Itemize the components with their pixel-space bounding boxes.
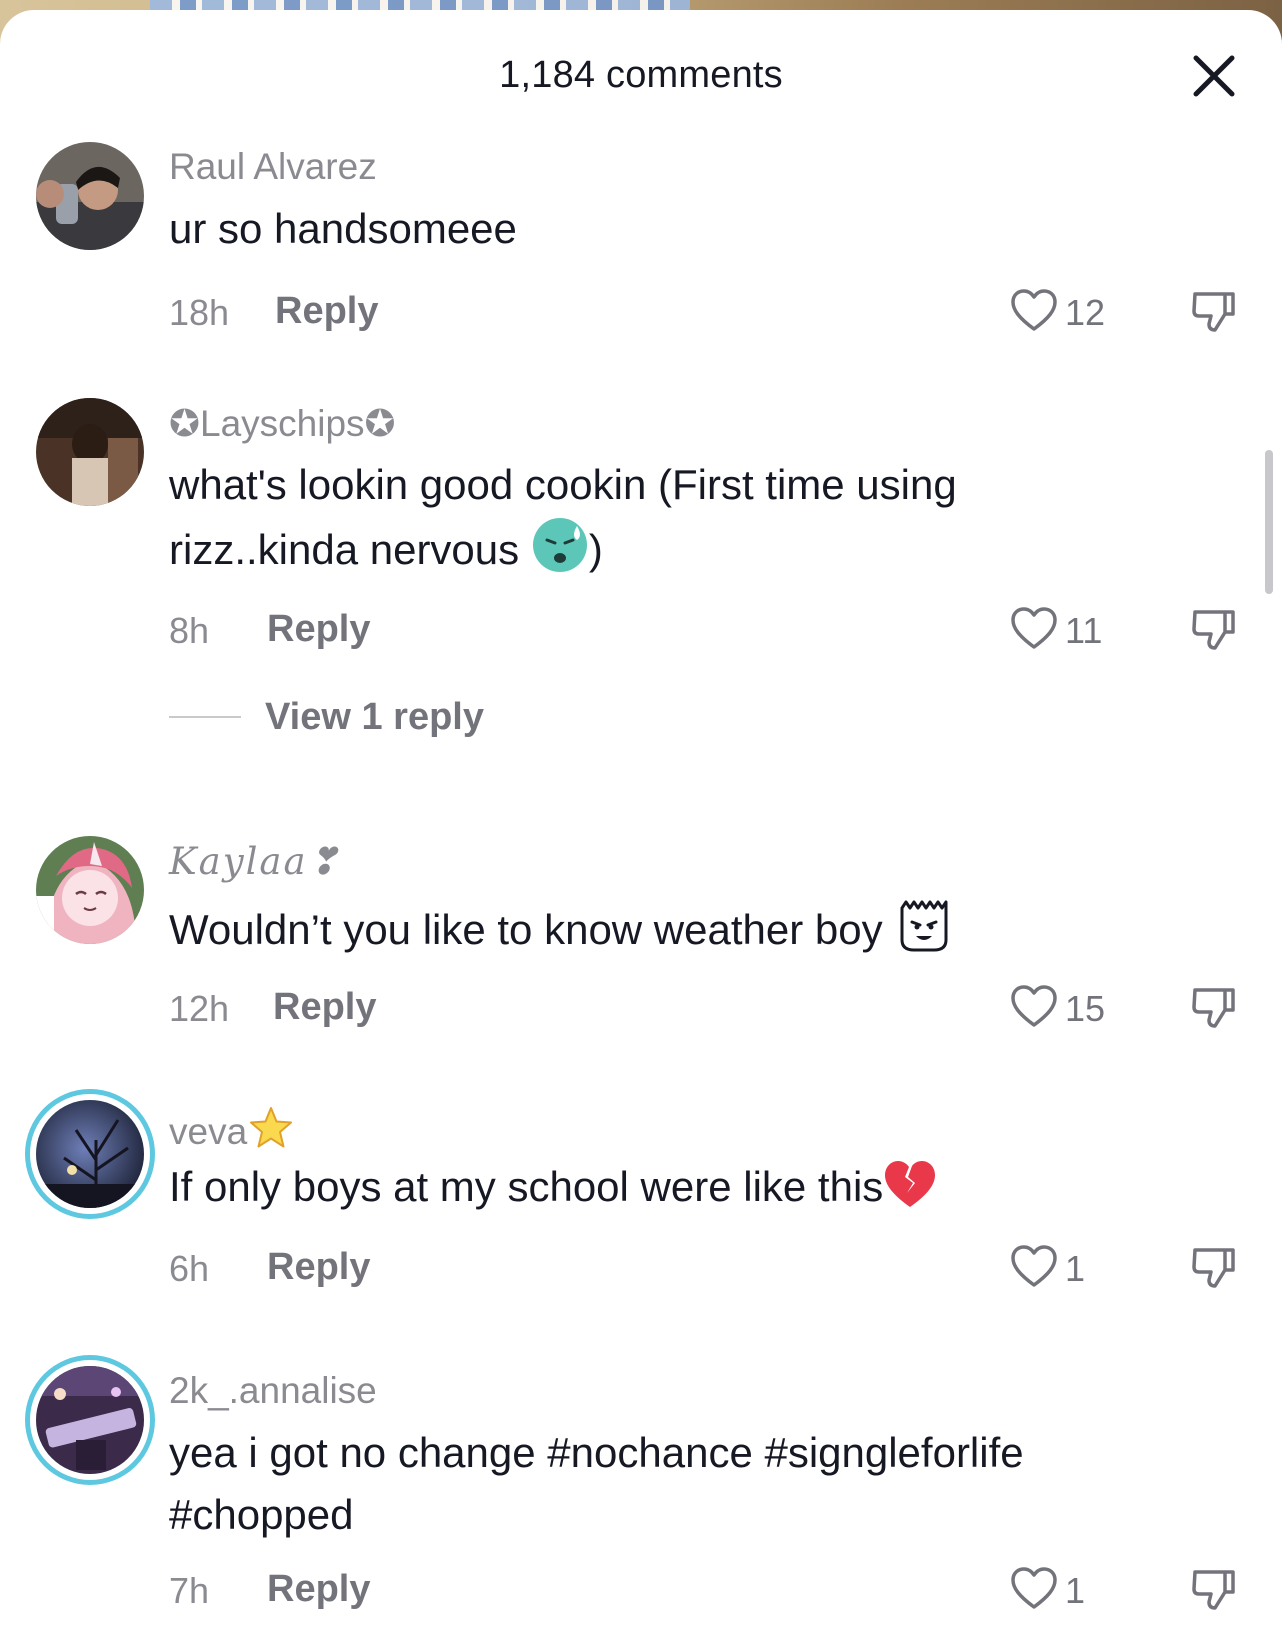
comment-actions: 12h Reply 15 <box>169 982 1249 1032</box>
close-button[interactable] <box>1188 50 1240 102</box>
reply-button[interactable]: Reply <box>267 1246 370 1289</box>
comment-text: If only boys at my school were like this <box>169 1156 1169 1218</box>
avatar[interactable] <box>36 398 144 506</box>
heart-icon <box>1011 1567 1057 1609</box>
like-count: 1 <box>1065 1570 1086 1611</box>
comment-text: what's lookin good cookin (First time us… <box>169 454 1169 581</box>
avatar[interactable] <box>36 1100 144 1208</box>
dislike-button[interactable] <box>1189 1564 1239 1614</box>
comment-text-line: #chopped <box>169 1491 354 1538</box>
comment-time: 18h <box>169 292 230 333</box>
comment-text: yea i got no change #nochance #signglefo… <box>169 1422 1169 1546</box>
reply-button[interactable]: Reply <box>275 290 378 333</box>
scrollbar[interactable] <box>1265 450 1273 594</box>
comment-username[interactable]: ✪Layschips✪ <box>169 402 396 445</box>
comment-text: ur so handsomeee <box>169 205 517 252</box>
heart-icon <box>1011 1245 1057 1287</box>
dislike-icon <box>1192 1570 1235 1610</box>
heart-icon <box>1011 607 1057 649</box>
comment-actions: 18h Reply 12 <box>169 286 1249 336</box>
dislike-icon <box>1192 610 1235 650</box>
like-count: 15 <box>1065 988 1106 1029</box>
like-count: 12 <box>1065 292 1106 333</box>
comment-time: 8h <box>169 610 210 651</box>
comment-text-segment: ) <box>588 526 603 573</box>
reply-button[interactable]: Reply <box>273 986 376 1029</box>
comment-text-line: rizz..kinda nervous ) <box>169 516 1169 581</box>
comment-username-text: veva <box>169 1111 248 1152</box>
reply-button[interactable]: Reply <box>267 1568 370 1611</box>
comment-time: 6h <box>169 1248 210 1289</box>
dislike-icon <box>1192 1248 1235 1288</box>
broken-heart-emoji <box>885 1161 936 1207</box>
comment-actions: 6h Reply 1 <box>169 1242 1249 1292</box>
avatar[interactable] <box>36 1366 144 1474</box>
dislike-icon <box>1192 292 1235 332</box>
comments-sheet: 1,184 comments Raul Alvarez ur so handso… <box>0 10 1282 1636</box>
view-replies-label: View 1 reply <box>265 696 484 738</box>
sweat-emoji <box>532 518 587 572</box>
comment-actions: 8h Reply 11 <box>169 604 1249 654</box>
comment-time: 12h <box>169 988 230 1029</box>
view-replies-button[interactable]: View 1 reply <box>169 692 569 742</box>
comment-username[interactable]: Raul Alvarez <box>169 146 377 188</box>
comment-time: 7h <box>169 1570 210 1611</box>
comment-username[interactable]: Kaylaa❣ <box>169 840 341 883</box>
close-icon <box>1193 55 1235 97</box>
comments-count-title: 1,184 comments <box>499 54 783 96</box>
dislike-button[interactable] <box>1189 1242 1239 1292</box>
comment-username[interactable]: 2k_.annalise <box>169 1370 377 1412</box>
avatar[interactable] <box>36 142 144 250</box>
like-count: 11 <box>1065 610 1103 651</box>
avatar[interactable] <box>36 836 144 944</box>
heart-icon <box>1011 289 1057 331</box>
dislike-button[interactable] <box>1189 604 1239 654</box>
comment-text-segment: rizz..kinda nervous <box>169 526 531 573</box>
dislike-button[interactable] <box>1189 982 1239 1032</box>
comment-actions: 7h Reply 1 <box>169 1564 1249 1614</box>
heart-icon <box>1011 985 1057 1027</box>
reply-button[interactable]: Reply <box>267 608 370 651</box>
like-count: 1 <box>1065 1248 1086 1289</box>
comment-text-line: what's lookin good cookin (First time us… <box>169 461 957 508</box>
comment-text-segment: If only boys at my school were like this <box>169 1163 884 1210</box>
comment-text-segment: Wouldn’t you like to know weather boy <box>169 906 895 953</box>
comment-text: Wouldn’t you like to know weather boy <box>169 894 1169 961</box>
comment-username[interactable]: veva <box>169 1104 295 1153</box>
divider <box>169 716 241 718</box>
dislike-icon <box>1192 988 1235 1028</box>
star-emoji <box>250 1107 293 1148</box>
bart-emoji <box>900 900 948 952</box>
dislike-button[interactable] <box>1189 286 1239 336</box>
comment-text-line: yea i got no change #nochance #signglefo… <box>169 1429 1024 1476</box>
